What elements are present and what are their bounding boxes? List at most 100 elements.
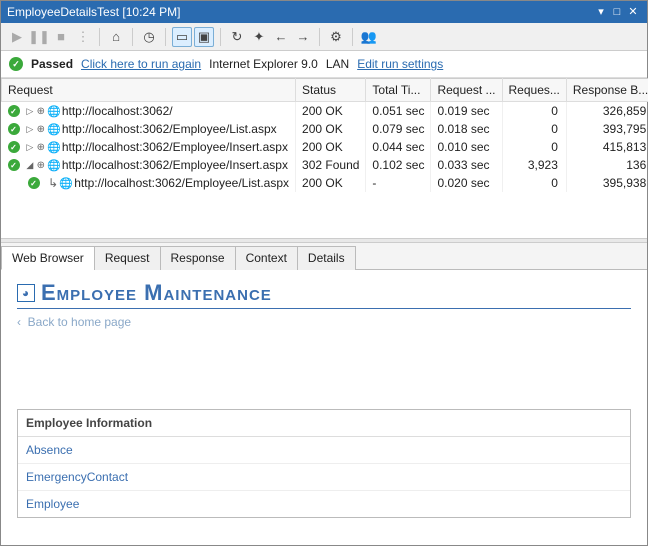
globe-icon: 🌐 — [47, 158, 61, 172]
status-bar: ✓ Passed Click here to run again Interne… — [1, 51, 647, 78]
expander-icon[interactable]: ▷ — [25, 124, 35, 135]
grid-header-row: Request Status Total Ti... Request ... R… — [2, 79, 648, 102]
window-icon[interactable]: ▭ — [172, 27, 192, 47]
link-icon[interactable]: ⊕ — [36, 142, 46, 153]
cell-total: 0.044 sec — [366, 138, 431, 156]
separator — [132, 28, 133, 46]
col-status[interactable]: Status — [296, 79, 366, 102]
cell-resb: 136 — [566, 156, 648, 174]
request-grid: Request Status Total Ti... Request ... R… — [1, 78, 648, 192]
cell-req: 0.018 sec — [431, 120, 502, 138]
table-row[interactable]: ✓ ◢⊕🌐 http://localhost:3062/Employee/Ins… — [2, 156, 648, 174]
status-passed: Passed — [31, 57, 73, 71]
stop-icon: ■ — [51, 27, 71, 47]
col-response-bytes[interactable]: Response B... — [566, 79, 648, 102]
request-url: http://localhost:3062/Employee/List.aspx — [62, 122, 277, 136]
link-icon[interactable]: ⊕ — [36, 124, 46, 135]
back-link-text: Back to home page — [28, 315, 131, 329]
separator — [352, 28, 353, 46]
col-total-time[interactable]: Total Ti... — [366, 79, 431, 102]
tab-context[interactable]: Context — [235, 246, 298, 270]
tab-request[interactable]: Request — [94, 246, 161, 270]
separator — [99, 28, 100, 46]
back-arrow-icon: ‹ — [17, 315, 21, 329]
cell-reqb: 0 — [502, 138, 566, 156]
check-icon: ✓ — [8, 159, 20, 171]
section-header: Employee Information — [18, 410, 630, 437]
globe-icon: 🌐 — [47, 122, 61, 136]
expander-icon[interactable]: ▷ — [25, 142, 35, 153]
network-label: LAN — [326, 57, 349, 71]
request-url: http://localhost:3062/Employee/List.aspx — [74, 176, 289, 190]
col-request-time[interactable]: Request ... — [431, 79, 502, 102]
request-url: http://localhost:3062/ — [62, 104, 173, 118]
expander-icon[interactable]: ▷ — [25, 106, 35, 117]
table-row[interactable]: ✓ ↳🌐 http://localhost:3062/Employee/List… — [2, 174, 648, 192]
section-item-employee[interactable]: Employee — [18, 491, 630, 517]
cell-resb: 395,938 — [566, 174, 648, 192]
home-icon[interactable]: ⌂ — [106, 27, 126, 47]
cell-status: 200 OK — [296, 102, 366, 121]
forward-icon[interactable]: → — [293, 27, 313, 47]
separator — [220, 28, 221, 46]
back-link[interactable]: ‹ Back to home page — [17, 315, 631, 329]
redirect-icon: ↳ — [48, 176, 58, 190]
link-icon[interactable]: ⊕ — [36, 106, 46, 117]
folder-icon[interactable]: ▣ — [194, 27, 214, 47]
tab-response[interactable]: Response — [160, 246, 236, 270]
link-icon[interactable]: ⊕ — [36, 160, 46, 171]
check-icon: ✓ — [8, 123, 20, 135]
tab-details[interactable]: Details — [297, 246, 356, 270]
tab-web-browser[interactable]: Web Browser — [1, 246, 95, 270]
expander-icon[interactable]: ◢ — [25, 160, 35, 171]
cell-status: 200 OK — [296, 174, 366, 192]
section-item-emergency[interactable]: EmergencyContact — [18, 464, 630, 491]
back-icon[interactable]: ← — [271, 27, 291, 47]
cell-req: 0.033 sec — [431, 156, 502, 174]
refresh-icon[interactable]: ↻ — [227, 27, 247, 47]
web-browser-pane: ◕ Employee Maintenance ‹ Back to home pa… — [1, 270, 647, 531]
dropdown-icon[interactable]: ▾ — [593, 1, 609, 23]
cell-reqb: 0 — [502, 102, 566, 121]
cell-resb: 393,795 — [566, 120, 648, 138]
cell-reqb: 3,923 — [502, 156, 566, 174]
table-row[interactable]: ✓ ▷⊕🌐 http://localhost:3062/200 OK0.051 … — [2, 102, 648, 121]
edit-settings-link[interactable]: Edit run settings — [357, 57, 443, 71]
col-request[interactable]: Request — [2, 79, 296, 102]
table-row[interactable]: ✓ ▷⊕🌐 http://localhost:3062/Employee/Ins… — [2, 138, 648, 156]
col-request-bytes[interactable]: Reques... — [502, 79, 566, 102]
separator — [165, 28, 166, 46]
table-row[interactable]: ✓ ▷⊕🌐 http://localhost:3062/Employee/Lis… — [2, 120, 648, 138]
separator — [319, 28, 320, 46]
titlebar: EmployeeDetailsTest [10:24 PM] ▾ □ ✕ — [1, 1, 647, 23]
toolbar: ▶ ❚❚ ■ ⋮ ⌂ ◷ ▭ ▣ ↻ ✦ ← → ⚙ 👥 — [1, 23, 647, 51]
maximize-icon[interactable]: □ — [609, 1, 625, 23]
cell-reqb: 0 — [502, 120, 566, 138]
bolt-icon[interactable]: ✦ — [249, 27, 269, 47]
run-again-link[interactable]: Click here to run again — [81, 57, 201, 71]
check-icon: ✓ — [9, 57, 23, 71]
browser-label: Internet Explorer 9.0 — [209, 57, 318, 71]
request-url: http://localhost:3062/Employee/Insert.as… — [62, 158, 288, 172]
cell-status: 302 Found — [296, 156, 366, 174]
close-icon[interactable]: ✕ — [625, 1, 641, 23]
cell-req: 0.020 sec — [431, 174, 502, 192]
cell-req: 0.019 sec — [431, 102, 502, 121]
cell-status: 200 OK — [296, 138, 366, 156]
check-icon: ✓ — [28, 177, 40, 189]
globe-icon: 🌐 — [59, 176, 73, 190]
cell-resb: 326,859 — [566, 102, 648, 121]
cell-total: 0.079 sec — [366, 120, 431, 138]
page-title: ◕ Employee Maintenance — [17, 280, 631, 309]
cell-status: 200 OK — [296, 120, 366, 138]
page-logo-icon: ◕ — [17, 284, 35, 302]
request-url: http://localhost:3062/Employee/Insert.as… — [62, 140, 288, 154]
globe-icon: 🌐 — [47, 140, 61, 154]
section-item-absence[interactable]: Absence — [18, 437, 630, 464]
people-icon[interactable]: 👥 — [359, 27, 379, 47]
cell-resb: 415,813 — [566, 138, 648, 156]
gear-icon[interactable]: ⚙ — [326, 27, 346, 47]
globe-icon: 🌐 — [47, 104, 61, 118]
step-icon: ⋮ — [73, 27, 93, 47]
clock-icon[interactable]: ◷ — [139, 27, 159, 47]
